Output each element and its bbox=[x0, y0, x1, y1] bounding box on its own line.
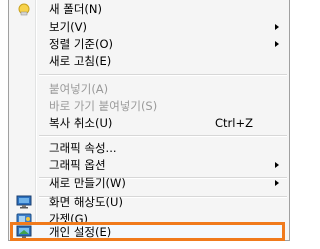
submenu-arrow-icon bbox=[275, 162, 279, 168]
menu-item-screen-resolution[interactable]: 화면 해상도(U) bbox=[9, 193, 289, 211]
menu-item-undo-copy[interactable]: 복사 취소(U) Ctrl+Z bbox=[9, 114, 289, 132]
menu-item-paste-shortcut: 바로 가기 붙여넣기(S) bbox=[9, 97, 289, 115]
folder-icon bbox=[18, 3, 30, 16]
menu-item-label: 화면 해상도(U) bbox=[49, 195, 123, 209]
context-menu: 새 폴더(N) 보기(V) 정렬 기준(O) 새로 고침(E) 붙여넣기(A) … bbox=[8, 0, 290, 241]
menu-item-label: 새로 만들기(W) bbox=[49, 176, 126, 190]
menu-item-label: 개인 설정(E) bbox=[49, 225, 112, 239]
menu-item-label: 그래픽 옵션 bbox=[49, 158, 106, 172]
menu-item-shortcut: Ctrl+Z bbox=[215, 116, 253, 130]
menu-item-new[interactable]: 새로 만들기(W) bbox=[9, 174, 289, 192]
menu-item-sort-by[interactable]: 정렬 기준(O) bbox=[9, 35, 289, 53]
menu-item-label: 붙여넣기(A) bbox=[49, 82, 109, 96]
menu-item-label: 새로 고침(E) bbox=[49, 54, 112, 68]
submenu-arrow-icon bbox=[275, 180, 279, 186]
display-icon bbox=[16, 195, 32, 209]
menu-item-label: 복사 취소(U) bbox=[49, 116, 113, 130]
menu-item-refresh[interactable]: 새로 고침(E) bbox=[9, 52, 289, 70]
menu-separator bbox=[39, 74, 287, 76]
menu-item-graphics-options[interactable]: 그래픽 옵션 bbox=[9, 156, 289, 174]
submenu-arrow-icon bbox=[275, 41, 279, 47]
personalize-icon bbox=[16, 225, 32, 238]
menu-item-label: 새 폴더(N) bbox=[49, 2, 102, 16]
submenu-arrow-icon bbox=[275, 24, 279, 30]
menu-item-paste: 붙여넣기(A) bbox=[9, 80, 289, 98]
menu-item-label: 정렬 기준(O) bbox=[49, 37, 113, 51]
menu-item-label: 보기(V) bbox=[49, 20, 87, 34]
menu-item-graphics-properties[interactable]: 그래픽 속성... bbox=[9, 139, 289, 157]
menu-item-personalize[interactable]: 개인 설정(E) bbox=[9, 223, 289, 241]
menu-separator bbox=[39, 135, 287, 137]
menu-item-label: 그래픽 속성... bbox=[49, 141, 117, 155]
menu-item-view[interactable]: 보기(V) bbox=[9, 18, 289, 36]
menu-item-new-folder[interactable]: 새 폴더(N) bbox=[9, 0, 289, 18]
menu-item-label: 바로 가기 붙여넣기(S) bbox=[49, 99, 158, 113]
